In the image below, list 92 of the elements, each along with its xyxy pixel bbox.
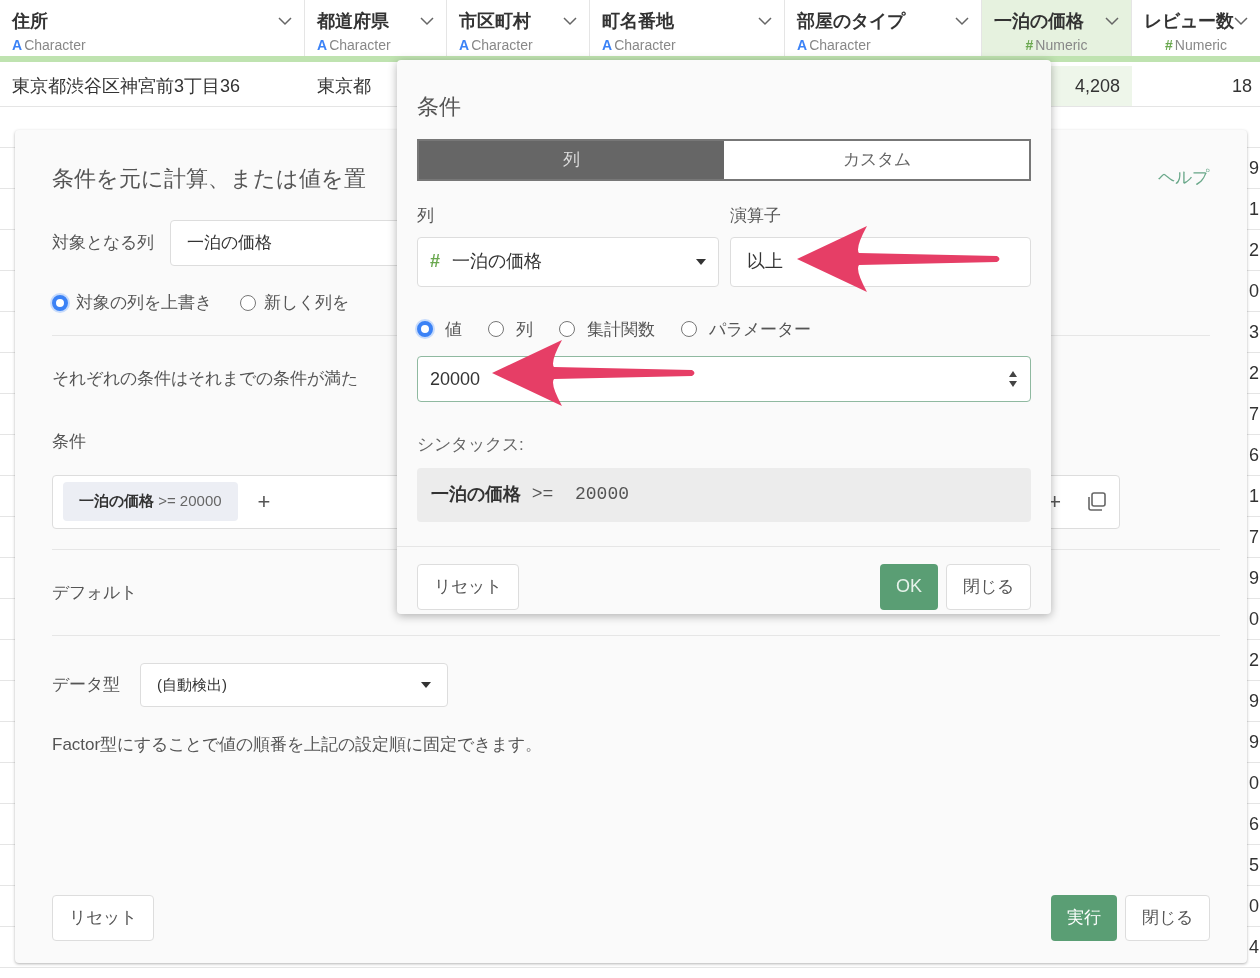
column-type: Numeric: [1035, 36, 1088, 55]
chevron-icon: [278, 17, 292, 26]
segment-tab[interactable]: 列: [419, 141, 724, 179]
reset-button[interactable]: リセット: [52, 895, 154, 941]
table-cell-text: 2: [1249, 361, 1260, 385]
syntax-label: シンタックス:: [417, 434, 524, 456]
table-cell-text: 0: [1249, 771, 1260, 795]
field-label: 列: [417, 205, 435, 227]
table-cell-text: 2: [1249, 238, 1260, 262]
column-type: Character: [24, 36, 86, 55]
column-name: 部屋のタイプ: [797, 10, 905, 33]
column-name: 市区町村: [459, 10, 531, 33]
table-cell-text: 1: [1249, 484, 1260, 508]
table-cell-text: 1: [1249, 197, 1260, 221]
radio-button[interactable]: [559, 321, 575, 338]
data-type-select[interactable]: (自動検出): [140, 663, 448, 707]
type-icon: #: [1165, 35, 1173, 56]
table-cell-text: 7: [1249, 402, 1260, 426]
radio-label[interactable]: 列: [516, 316, 533, 342]
type-icon: #: [430, 248, 440, 275]
table-cell-text: 3: [1249, 320, 1260, 344]
table-cell-text: 0: [1249, 894, 1260, 918]
table-cell-text: 9: [1249, 566, 1260, 590]
popup-title: 条件: [417, 93, 461, 121]
section-label: デフォルト: [52, 581, 137, 604]
column-type: Character: [329, 36, 391, 55]
dialog-title: 条件を元に計算、または値を置: [52, 164, 366, 193]
note-text: Factor型にすることで値の順番を上記の設定順に固定できます。: [52, 734, 543, 756]
syntax-box: 一泊の価格 >= 20000: [417, 467, 1031, 522]
stepper-icon: [1008, 370, 1018, 388]
column-name: 都道府県: [317, 10, 389, 33]
radio-button[interactable]: [52, 294, 68, 311]
column-type: Character: [614, 36, 676, 55]
radio-label[interactable]: パラメーター: [709, 316, 811, 342]
segment-tab[interactable]: カスタム: [724, 141, 1029, 179]
copy-icon[interactable]: [1087, 491, 1107, 512]
type-icon: A: [459, 35, 470, 56]
field-label: 対象となる列: [52, 232, 154, 255]
table-cell-text: 9: [1249, 689, 1260, 713]
type-icon: A: [317, 35, 328, 56]
radio-label[interactable]: 新しく列を: [264, 290, 349, 316]
radio-label[interactable]: 値: [445, 316, 462, 342]
table-cell-text: 9: [1249, 156, 1260, 180]
table-cell-text: 東京都: [316, 74, 372, 98]
chevron-icon: [1234, 17, 1248, 26]
column-type: Character: [471, 36, 533, 55]
radio-button[interactable]: [417, 321, 433, 338]
table-cell-text: 5: [1249, 853, 1260, 877]
chevron-icon: [955, 17, 969, 26]
table-cell-text: 2: [1249, 648, 1260, 672]
field-label: データ型: [52, 674, 120, 697]
caret-icon: [421, 682, 431, 688]
table-cell-text: 6: [1249, 812, 1260, 836]
type-icon: A: [797, 35, 808, 56]
radio-label[interactable]: 集計関数: [587, 316, 655, 342]
radio-button[interactable]: [681, 321, 697, 338]
section-label: 条件: [52, 431, 86, 453]
table-cell-text: 4: [1249, 935, 1260, 959]
caret-icon: [695, 258, 706, 265]
close-button[interactable]: 閉じる: [1125, 895, 1210, 941]
table-cell-text: 6: [1249, 443, 1260, 467]
chevron-icon: [563, 17, 577, 26]
field-label: 演算子: [729, 205, 782, 227]
chevron-icon: [420, 17, 434, 26]
table-cell-text: 18: [1230, 74, 1253, 98]
type-icon: #: [1025, 35, 1034, 56]
table-cell-text: 7: [1249, 525, 1260, 549]
column-name: 住所: [12, 10, 48, 33]
radio-label[interactable]: 対象の列を上書き: [76, 290, 212, 316]
radio-button[interactable]: [240, 294, 256, 311]
column-select[interactable]: # 一泊の価格: [417, 236, 719, 287]
column-name: 一泊の価格: [994, 10, 1084, 33]
column-type: Character: [809, 36, 871, 55]
table-cell-text: 0: [1249, 607, 1260, 631]
table-cell-text: 0: [1249, 279, 1260, 303]
column-name: レビュー数: [1144, 10, 1234, 33]
column-type: Numeric: [1174, 36, 1227, 55]
close-button[interactable]: 閉じる: [946, 563, 1031, 610]
radio-button[interactable]: [488, 321, 504, 338]
chevron-icon: [758, 17, 772, 26]
reset-button[interactable]: リセット: [417, 563, 519, 610]
description-text: それぞれの条件はそれまでの条件が満た: [52, 367, 358, 390]
table-cell-text: 9: [1249, 730, 1260, 754]
table-cell-text: 東京都渋谷区神宮前3丁目36: [11, 74, 242, 98]
type-icon: A: [602, 35, 613, 56]
column-header[interactable]: 一泊の価格 #Numeric: [982, 0, 1132, 56]
column-name: 町名番地: [602, 10, 674, 33]
type-icon: A: [12, 35, 23, 56]
value-input[interactable]: 20000: [417, 356, 1031, 402]
chevron-icon: [1105, 17, 1119, 26]
add-button[interactable]: +: [257, 485, 271, 518]
condition-chip[interactable]: 一泊の価格 >= 20000: [63, 482, 238, 521]
